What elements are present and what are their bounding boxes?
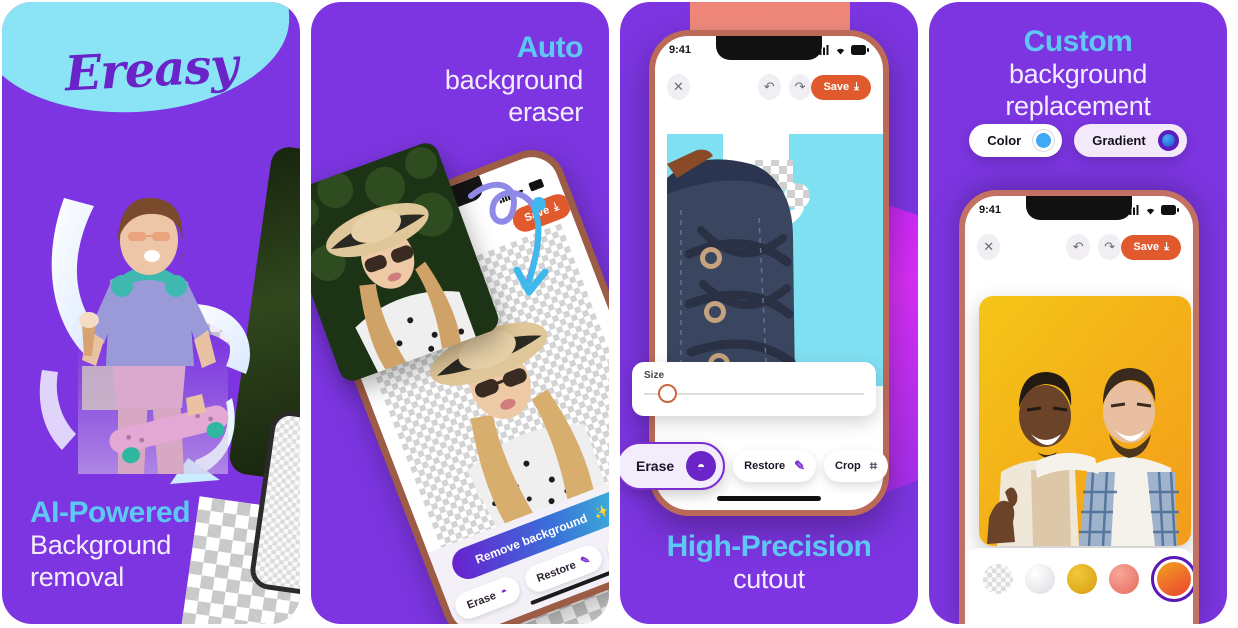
tool-erase[interactable]: Erase ◓ — [620, 442, 726, 490]
tool-restore-label: Restore — [744, 460, 786, 472]
panel-2-headline: Auto background eraser — [311, 30, 609, 129]
headline-line-2: background — [444, 65, 583, 96]
home-indicator — [717, 496, 821, 501]
headline-line-3: replacement — [1005, 91, 1151, 122]
tool-crop[interactable]: Crop ⌗ — [824, 450, 889, 482]
save-button[interactable]: Save ⤓ — [811, 74, 872, 100]
eraser-icon: ◓ — [686, 451, 717, 481]
background-mode-toggles: Color Gradient — [929, 124, 1227, 157]
save-label: Save — [1133, 241, 1160, 253]
headline-line-3: eraser — [508, 97, 583, 128]
swatch-yellow[interactable] — [1067, 564, 1097, 594]
pencil-icon: ✎ — [794, 458, 806, 473]
screenshot-panel-4[interactable]: Custom background replacement Color Grad… — [929, 2, 1227, 624]
two-men-photo — [979, 296, 1191, 546]
size-label: Size — [644, 370, 665, 381]
subject-photo-skateboarder — [78, 197, 229, 474]
battery-icon — [1161, 205, 1179, 215]
tool-erase-label: Erase — [636, 458, 675, 474]
editor-toolbar: ✕ ↶ ↷ Save ⤓ — [965, 226, 1193, 268]
status-time: 9:41 — [669, 44, 692, 56]
download-icon: ⤓ — [854, 80, 860, 93]
screenshot-panel-2[interactable]: Auto background eraser 9:41 — [311, 2, 609, 624]
panel-4-headline: Custom background replacement — [929, 24, 1227, 123]
screenshot-panel-3[interactable]: 9:41 ✕ ↶ ↷ Save ⤓ Size Erase ◓ Restore ✎… — [620, 2, 918, 624]
save-button[interactable]: Save ⤓ — [1121, 234, 1181, 260]
gradient-swatch-icon — [1157, 130, 1179, 151]
toggle-color-label: Color — [987, 133, 1022, 148]
tool-crop-label: Crop — [835, 460, 861, 472]
swatch-orange-gradient-selected[interactable] — [1151, 556, 1193, 602]
swatch-coral[interactable] — [1109, 564, 1139, 594]
editor-tool-row: Erase ◓ Restore ✎ Crop ⌗ — [620, 442, 896, 490]
tool-restore[interactable]: Restore ✎ — [733, 450, 817, 482]
wifi-icon — [1146, 208, 1155, 215]
status-time: 9:41 — [979, 204, 1002, 216]
headline-line-3: removal — [30, 562, 124, 593]
decorative-arrow — [468, 181, 549, 296]
background-swatch-row — [965, 548, 1193, 610]
save-label: Save — [823, 81, 850, 93]
color-swatch-icon — [1033, 130, 1055, 151]
headline-accent: Custom — [1023, 25, 1133, 58]
headline-accent: High-Precision — [666, 529, 872, 563]
toggle-color[interactable]: Color — [969, 124, 1063, 157]
headline-line-2: background — [1008, 59, 1148, 90]
headline-line-2: cutout — [733, 564, 805, 595]
crop-icon: ⌗ — [869, 458, 878, 473]
close-icon[interactable]: ✕ — [977, 234, 1001, 260]
pencil-icon: ✎ — [578, 553, 592, 569]
editor-toolbar: ✕ ↶ ↷ Save ⤓ — [655, 66, 883, 108]
app-store-screenshot-gallery: Ereasy AI-Powered Background removal Aut… — [0, 0, 1238, 628]
magic-wand-icon: ✨ — [591, 502, 609, 522]
download-icon: ⤓ — [1164, 240, 1169, 253]
toggle-gradient-label: Gradient — [1092, 133, 1146, 148]
tool-restore-label: Restore — [534, 558, 578, 585]
swatch-transparent[interactable] — [983, 564, 1013, 594]
edited-photo-two-men[interactable] — [979, 296, 1191, 546]
phone-notch — [716, 36, 822, 60]
headline-line-2: Background — [30, 530, 172, 561]
phone-notch — [1026, 196, 1132, 220]
panel-3-headline: High-Precision cutout — [620, 529, 918, 596]
undo-icon[interactable]: ↶ — [757, 74, 781, 100]
size-slider-knob[interactable] — [658, 384, 677, 403]
redo-icon[interactable]: ↷ — [1097, 234, 1122, 260]
headline-accent: Auto — [516, 31, 584, 64]
eraser-icon: ◓ — [498, 584, 510, 599]
brush-size-card[interactable]: Size — [632, 362, 876, 416]
headline-accent: AI-Powered — [30, 495, 191, 529]
redo-icon[interactable]: ↷ — [788, 74, 812, 100]
tool-erase-label: Erase — [465, 589, 498, 612]
shoe-photo — [667, 134, 883, 386]
size-slider-track[interactable] — [644, 384, 864, 403]
tool-erase[interactable]: Erase ◓ — [451, 573, 524, 623]
wifi-icon — [836, 48, 845, 55]
toggle-gradient[interactable]: Gradient — [1074, 124, 1187, 157]
swatch-white[interactable] — [1025, 564, 1055, 594]
undo-icon[interactable]: ↶ — [1066, 234, 1090, 260]
status-icons — [1126, 205, 1179, 215]
screenshot-panel-1[interactable]: Ereasy AI-Powered Background removal — [2, 2, 300, 624]
status-icons — [816, 45, 869, 55]
phone-mockup: 9:41 ✕ ↶ ↷ Save ⤓ — [959, 190, 1199, 624]
editor-canvas-shoe[interactable] — [667, 134, 883, 386]
swatch-violet[interactable] — [1195, 564, 1199, 594]
panel-1-headline: AI-Powered Background removal — [2, 495, 300, 594]
battery-icon — [851, 45, 869, 55]
close-icon[interactable]: ✕ — [667, 74, 690, 100]
